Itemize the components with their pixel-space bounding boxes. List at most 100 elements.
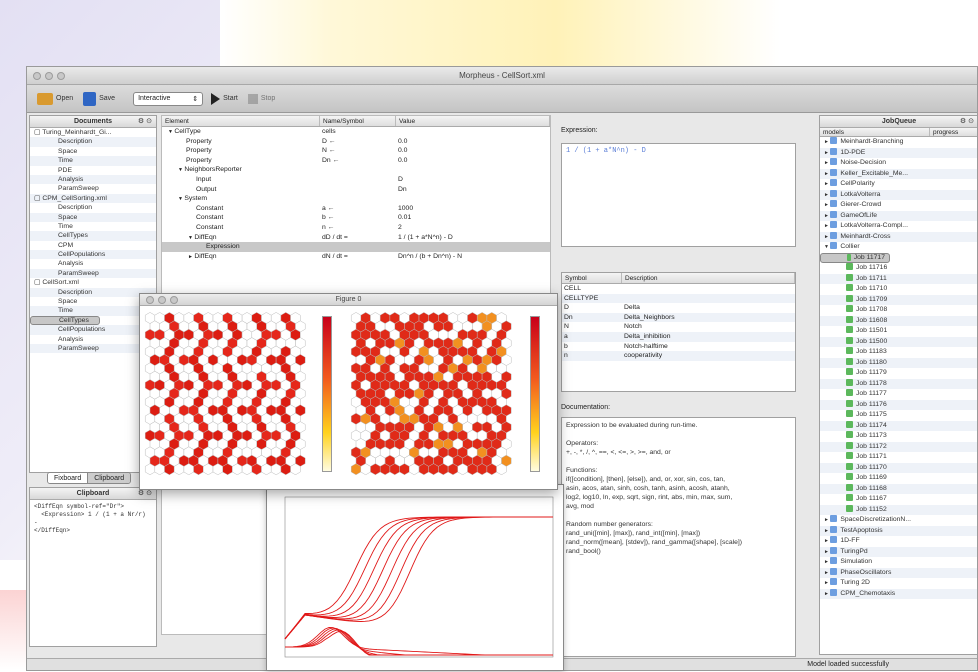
model-folder[interactable]: ► Gierer-Crowd xyxy=(820,200,977,211)
job-item[interactable]: Job 11167 xyxy=(820,494,977,505)
model-folder[interactable]: ► Meinhardt-Branching xyxy=(820,137,977,148)
job-item[interactable]: Job 11173 xyxy=(820,431,977,442)
job-item[interactable]: Job 11180 xyxy=(820,357,977,368)
model-row[interactable]: Expression xyxy=(162,242,550,252)
model-row[interactable]: ▼ NeighborsReporter xyxy=(162,165,550,175)
symbol-row[interactable]: CELLTYPE xyxy=(562,293,795,304)
document-section[interactable]: Time xyxy=(30,156,156,166)
document-section[interactable]: CellTypes xyxy=(30,315,100,326)
job-item[interactable]: Job 11710 xyxy=(820,284,977,295)
model-folder[interactable]: ► SpaceDiscretizationN... xyxy=(820,515,977,526)
model-folder[interactable]: ► TuringPd xyxy=(820,546,977,557)
model-row[interactable]: Property N ← 0.0 xyxy=(162,146,550,156)
col-models[interactable]: models xyxy=(820,128,930,136)
document-section[interactable]: Description xyxy=(30,203,156,212)
job-item[interactable]: Job 11168 xyxy=(820,483,977,494)
col-symbol[interactable]: Symbol xyxy=(562,273,622,283)
model-folder[interactable]: ► LotkaVolterra-Compl... xyxy=(820,221,977,232)
save-button[interactable]: Save xyxy=(81,91,117,106)
document-section[interactable]: Description xyxy=(30,137,156,147)
symbol-row[interactable]: n cooperativity xyxy=(562,351,795,361)
document-section[interactable]: CPM xyxy=(30,241,156,250)
symbol-row[interactable]: b Notch-halftime xyxy=(562,342,795,352)
model-folder[interactable]: ► Noise-Decision xyxy=(820,158,977,169)
model-folder[interactable]: ► LotkaVolterra xyxy=(820,189,977,200)
job-item[interactable]: Job 11711 xyxy=(820,273,977,284)
zoom-window-button[interactable] xyxy=(57,72,65,80)
model-row[interactable]: Property D ← 0.0 xyxy=(162,137,550,147)
document-section[interactable]: Space xyxy=(30,297,156,306)
minimize-window-button[interactable] xyxy=(45,72,53,80)
model-row[interactable]: ▼ DiffEqn dD / dt = 1 / (1 + a*N^n) - D xyxy=(162,233,550,243)
job-item[interactable]: Job 11171 xyxy=(820,452,977,463)
col-element[interactable]: Element xyxy=(162,116,320,126)
document-section[interactable]: Time xyxy=(30,222,156,231)
model-row[interactable]: Constant b ← 0.01 xyxy=(162,213,550,223)
model-row[interactable]: ▼ System xyxy=(162,194,550,204)
job-item[interactable]: Job 11176 xyxy=(820,399,977,410)
job-item[interactable]: Job 11178 xyxy=(820,378,977,389)
model-folder[interactable]: ► GameOfLife xyxy=(820,210,977,221)
figure-window[interactable]: Figure 0 xyxy=(139,293,558,490)
figure-close-button[interactable] xyxy=(146,296,154,304)
model-folder[interactable]: ► TestApoptosis xyxy=(820,525,977,536)
document-section[interactable]: Analysis xyxy=(30,174,156,185)
plot-window[interactable] xyxy=(266,484,564,671)
model-folder[interactable]: ▼ Collier xyxy=(820,242,977,253)
model-folder[interactable]: ► CellPolarity xyxy=(820,179,977,190)
document-section[interactable]: Space xyxy=(30,212,156,222)
model-folder[interactable]: ► CPM_Chemotaxis xyxy=(820,588,977,599)
job-item[interactable]: Job 11170 xyxy=(820,462,977,473)
document-section[interactable]: ParamSweep xyxy=(30,343,156,354)
tab-clipboard[interactable]: Clipboard xyxy=(87,473,131,483)
job-item[interactable]: Job 11174 xyxy=(820,420,977,431)
figure-minimize-button[interactable] xyxy=(158,296,166,304)
symbol-row[interactable]: CELL xyxy=(562,284,795,294)
document-file[interactable]: ▢ CellSort.xml xyxy=(30,278,156,287)
model-row[interactable]: Constant a ← 1000 xyxy=(162,204,550,214)
stop-button[interactable]: Stop xyxy=(246,93,277,104)
col-description[interactable]: Description xyxy=(622,273,795,283)
job-item[interactable]: Job 11709 xyxy=(820,294,977,305)
model-row[interactable]: ▼ CellType cells xyxy=(162,127,550,137)
job-item[interactable]: Job 11177 xyxy=(820,389,977,400)
job-item[interactable]: Job 11717 xyxy=(820,252,890,263)
clipboard-content[interactable]: <DiffEqn symbol-ref="Dr"> <Expression> 1… xyxy=(30,500,156,538)
open-button[interactable]: Open xyxy=(35,92,75,105)
job-item[interactable]: Job 11172 xyxy=(820,441,977,452)
document-section[interactable]: Description xyxy=(30,287,156,298)
job-item[interactable]: Job 11501 xyxy=(820,326,977,337)
job-item[interactable]: Job 11608 xyxy=(820,315,977,326)
model-row[interactable]: Input D xyxy=(162,175,550,185)
document-file[interactable]: ▢ Turing_Meinhardt_Gi... xyxy=(30,128,156,137)
job-item[interactable]: Job 11169 xyxy=(820,473,977,484)
job-item[interactable]: Job 11179 xyxy=(820,368,977,379)
start-button[interactable]: Start xyxy=(209,92,240,105)
document-section[interactable]: CellPopulations xyxy=(30,325,156,335)
job-item[interactable]: Job 11175 xyxy=(820,410,977,421)
job-item[interactable]: Job 11716 xyxy=(820,263,977,274)
expression-editor[interactable]: 1 / (1 + a*N^n) - D xyxy=(561,143,796,247)
document-section[interactable]: CellTypes xyxy=(30,231,156,241)
col-value[interactable]: Value xyxy=(396,116,550,126)
model-row[interactable]: Constant n ← 2 xyxy=(162,223,550,233)
model-folder[interactable]: ► Simulation xyxy=(820,557,977,568)
model-folder[interactable]: ► Meinhardt-Cross xyxy=(820,231,977,242)
symbol-row[interactable]: N Notch xyxy=(562,322,795,332)
model-folder[interactable]: ► 1D-PDE xyxy=(820,147,977,158)
mode-select[interactable]: Interactive ⇕ xyxy=(133,91,204,106)
model-row[interactable]: Output Dn xyxy=(162,185,550,195)
model-row[interactable]: Property Dn ← 0.0 xyxy=(162,156,550,166)
symbol-row[interactable]: a Delta_inhibition xyxy=(562,331,795,342)
document-section[interactable]: Analysis xyxy=(30,335,156,344)
document-section[interactable]: PDE xyxy=(30,166,156,175)
document-section[interactable]: CellPopulations xyxy=(30,250,156,260)
document-section[interactable]: Space xyxy=(30,147,156,156)
job-item[interactable]: Job 11500 xyxy=(820,336,977,347)
document-section[interactable]: ParamSweep xyxy=(30,268,156,279)
job-item[interactable]: Job 11183 xyxy=(820,347,977,358)
col-name[interactable]: Name/Symbol xyxy=(320,116,396,126)
symbol-row[interactable]: Dn Delta_Neighbors xyxy=(562,312,795,323)
model-folder[interactable]: ► 1D-FF xyxy=(820,536,977,547)
document-section[interactable]: ParamSweep xyxy=(30,184,156,193)
